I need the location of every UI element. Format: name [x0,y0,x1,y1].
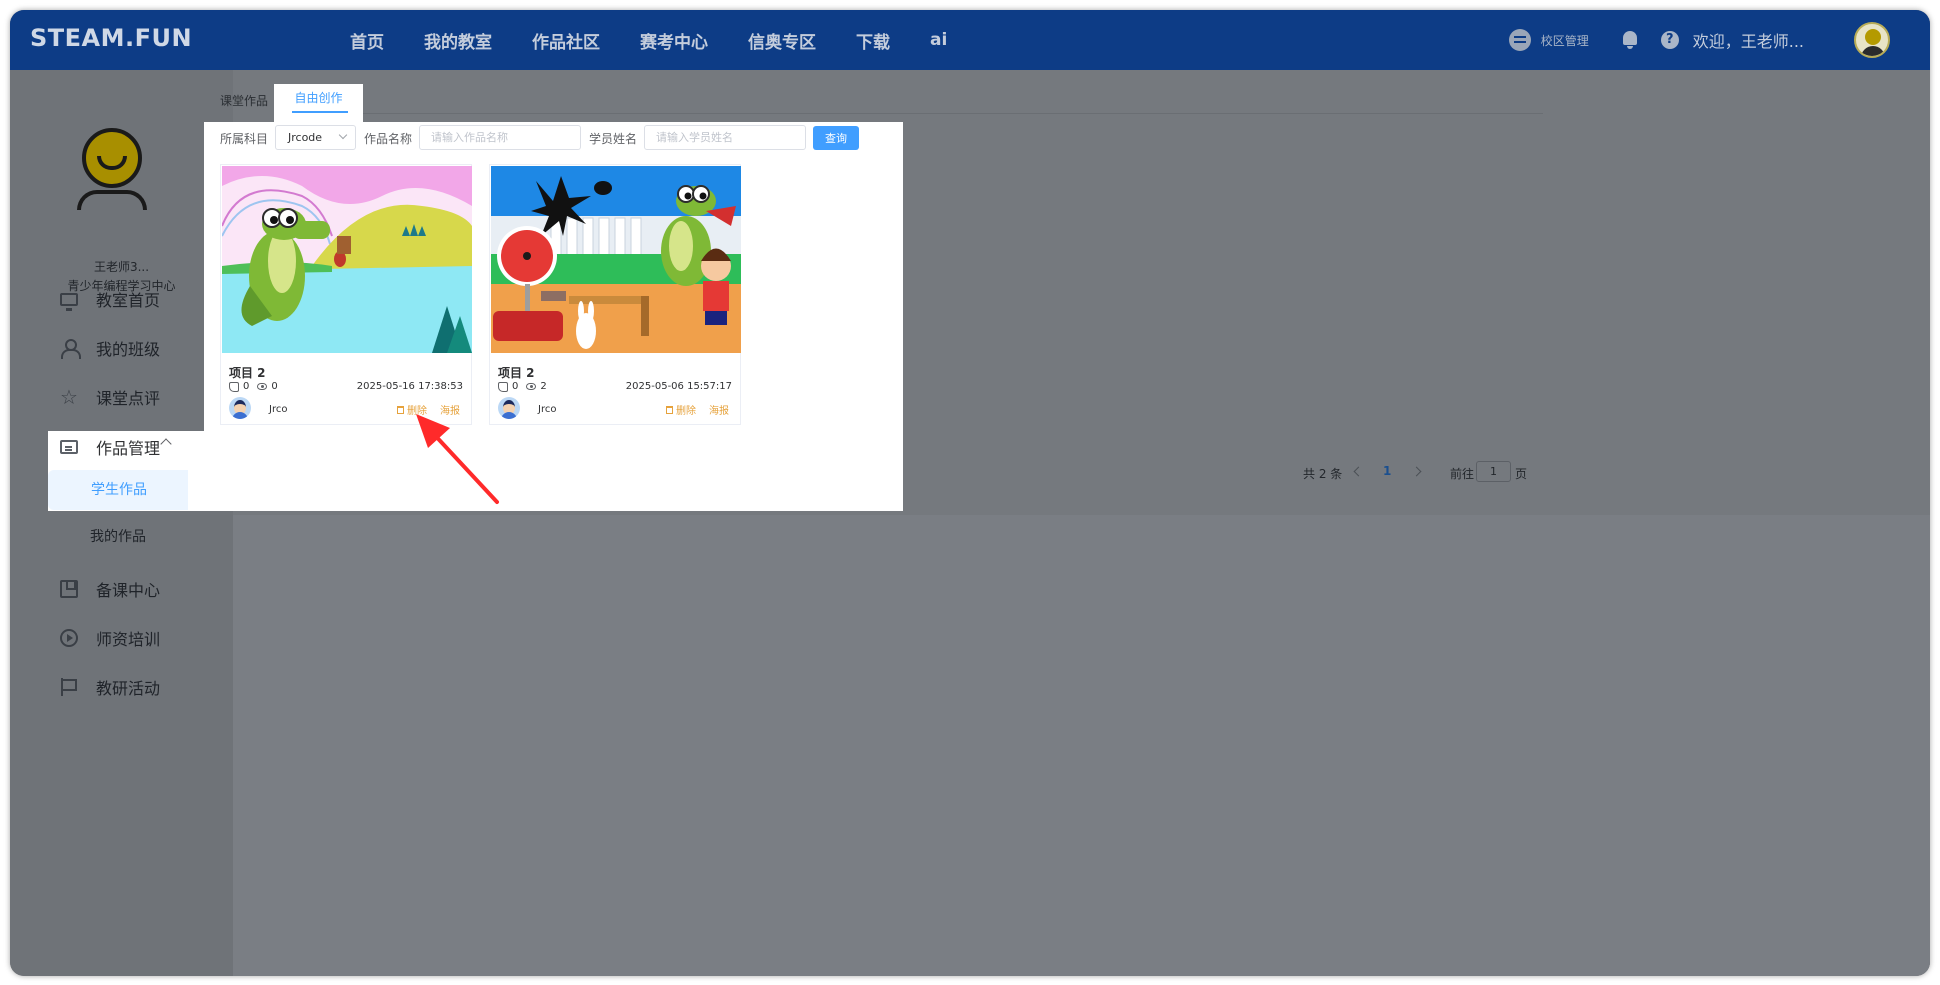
sidebar-item-classroom-home[interactable]: 教室首页 [60,287,160,311]
project-thumbnail-image [491,166,741,353]
eye-icon [526,383,537,390]
sidebar-item-student-works[interactable]: 学生作品 [48,470,188,510]
work-stats: 0 2 [498,381,547,392]
chevron-down-icon [338,130,348,140]
like-count: 0 [512,381,519,392]
user-avatar[interactable] [1854,22,1890,58]
monitor-icon [60,292,78,311]
star-icon: ☆ [60,385,78,409]
campus-management-button[interactable]: 校区管理 [1508,29,1589,51]
pagination-total: 共 2 条 [1303,467,1343,481]
nav-ai[interactable]: ai [930,30,947,50]
app-window: STEAM.FUN 首页 我的教室 作品社区 赛考中心 信奥专区 下载 ai 校… [10,10,1930,976]
work-date: 2025-05-16 17:38:53 [356,381,463,392]
top-header: STEAM.FUN 首页 我的教室 作品社区 赛考中心 信奥专区 下载 ai 校… [10,10,1930,70]
trash-icon [397,405,404,414]
bookmark-icon [60,580,78,598]
sidebar-item-label: 我的作品 [90,529,146,545]
poster-button[interactable]: 海报 [709,402,729,417]
student-name-input[interactable] [644,125,806,150]
pagination-goto-label: 前往 [1450,467,1475,481]
sidebar-item-label: 师资培训 [96,630,161,649]
subject-label: 所属科目 [220,132,269,146]
work-author: Jrco [269,404,288,415]
thumbs-up-icon [498,381,508,392]
work-title: 项目 2 [229,366,266,380]
sidebar-item-label: 作品管理 [96,439,161,458]
pagination-page-word: 页 [1515,467,1528,481]
profile-name: 王老师3... [93,260,150,274]
sidebar-item-label: 教研活动 [96,679,161,698]
switch-icon [1508,29,1531,51]
nav-olympiad[interactable]: 信奥专区 [748,28,816,53]
main-nav: 首页 我的教室 作品社区 赛考中心 信奥专区 下载 ai [350,10,987,70]
work-name-label: 作品名称 [364,132,413,146]
view-count: 0 [271,381,278,392]
tab-free-creation[interactable]: 自由创作 [274,84,363,122]
project-thumbnail-image [222,166,472,353]
active-tab-indicator [292,111,348,113]
welcome-text[interactable]: 欢迎，王老师... [1693,28,1804,52]
view-count: 2 [540,381,547,392]
work-author: Jrco [538,404,557,415]
sidebar-item-prep-center[interactable]: 备课中心 [60,577,160,601]
work-card[interactable]: 项目 2 0 2 2025-05-06 15:57:17 Jrco 删除 海报 [489,164,741,425]
thumbs-up-icon [229,381,239,392]
user-icon [60,339,81,359]
main-lower-area [196,515,1930,976]
campus-label: 校区管理 [1540,33,1589,48]
nav-works-community[interactable]: 作品社区 [532,28,600,53]
work-stats: 0 0 [229,381,278,392]
nav-home[interactable]: 首页 [350,28,384,53]
nav-exam-center[interactable]: 赛考中心 [640,28,708,53]
pagination-page-input[interactable] [1476,461,1511,482]
sidebar-item-teacher-training[interactable]: 师资培训 [60,626,160,650]
sidebar: 王老师3... 青少年编程学习中心 教室首页 我的班级 ☆ 课堂点评 我的作品 … [10,70,233,976]
sidebar-item-my-works[interactable]: 我的作品 [60,526,146,546]
student-name-label: 学员姓名 [589,132,638,146]
work-card[interactable]: 项目 2 0 0 2025-05-16 17:38:53 Jrco 删除 海报 [220,164,472,425]
work-thumbnail[interactable] [222,166,472,353]
trash-icon [666,405,673,414]
query-button[interactable]: 查询 [813,126,859,150]
eye-icon [257,383,268,390]
work-title: 项目 2 [498,366,535,380]
like-count: 0 [243,381,250,392]
work-date: 2025-05-06 15:57:17 [625,381,732,392]
flag-icon [60,678,78,696]
play-icon [60,629,78,647]
delete-button[interactable]: 删除 [666,402,696,417]
header-right: 校区管理 ? 欢迎，王老师... [1508,10,1930,70]
pagination-page[interactable]: 1 [1383,464,1391,478]
sidebar-item-label: 课堂点评 [96,389,161,408]
subject-select[interactable]: Jrcode [275,125,356,150]
sidebar-item-label: 备课中心 [96,581,161,600]
sidebar-item-research[interactable]: 教研活动 [60,675,160,699]
profile-avatar [77,128,147,210]
nav-download[interactable]: 下载 [856,28,890,53]
sidebar-item-works-management[interactable]: 作品管理 [60,435,160,459]
bell-icon[interactable] [1621,30,1639,50]
card-icon [60,440,78,454]
sidebar-item-label: 教室首页 [96,291,161,310]
annotation-arrow [416,414,499,504]
sidebar-item-label: 我的班级 [96,340,161,359]
nav-my-classroom[interactable]: 我的教室 [424,28,492,53]
tab-classwork[interactable]: 课堂作品 [220,92,268,109]
work-name-input[interactable] [419,125,581,150]
help-icon[interactable]: ? [1660,31,1679,49]
logo[interactable]: STEAM.FUN [30,24,192,52]
sidebar-item-my-class[interactable]: 我的班级 [60,336,160,360]
sidebar-item-class-review[interactable]: ☆ 课堂点评 [60,385,160,409]
avatar [229,397,251,419]
work-thumbnail[interactable] [491,166,741,353]
